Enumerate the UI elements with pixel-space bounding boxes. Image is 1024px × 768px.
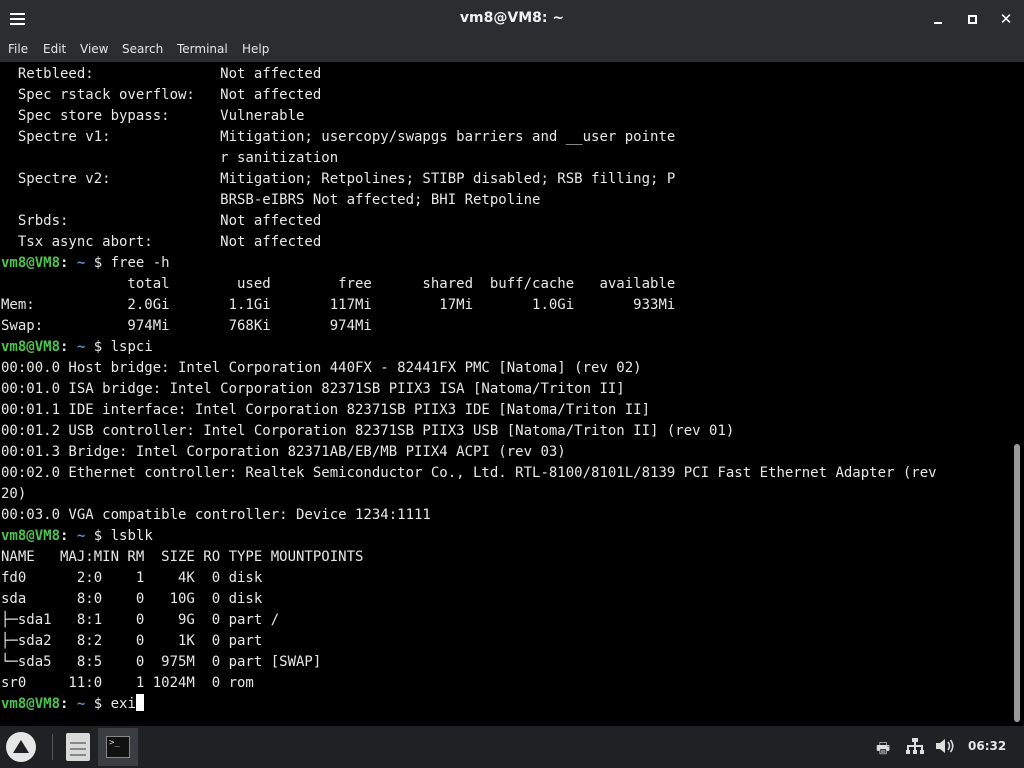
output-line: Mem: 2.0Gi 1.1Gi 117Mi 17Mi 1.0Gi 933Mi xyxy=(1,297,676,313)
prompt-user: vm8@VM8 xyxy=(1,255,61,271)
network-icon[interactable] xyxy=(906,738,924,758)
output-line: BRSB-eIBRS Not affected; BHI Retpoline xyxy=(1,192,541,208)
output-line: ├─sda2 8:2 0 1K 0 part xyxy=(1,633,263,649)
prompt-line: vm8@VM8: ~ $ lspci xyxy=(1,337,937,358)
menu-help[interactable]: Help xyxy=(242,42,269,56)
prompt-path: ~ xyxy=(68,696,86,712)
command-text: free -h xyxy=(110,255,170,271)
output-line: fd0 2:0 1 4K 0 disk xyxy=(1,570,263,586)
close-button[interactable]: ✕ xyxy=(996,9,1016,29)
output-line: 00:03.0 VGA compatible controller: Devic… xyxy=(1,507,431,523)
output-line: NAME MAJ:MIN RM SIZE RO TYPE MOUNTPOINTS xyxy=(1,549,364,565)
command-text: lsblk xyxy=(110,528,153,544)
terminal-scrollbar[interactable] xyxy=(1012,62,1024,726)
command-text[interactable]: exi xyxy=(111,696,136,712)
prompt-user: vm8@VM8 xyxy=(1,339,61,355)
volume-icon[interactable] xyxy=(936,738,956,758)
terminal-lines: Retbleed: Not affected Spec rstack overf… xyxy=(1,64,937,715)
taskbar: >_ 🖶 06:32 xyxy=(0,726,1024,768)
output-line: r sanitization xyxy=(1,150,339,166)
output-line: Spectre v1: Mitigation; usercopy/swapgs … xyxy=(1,129,676,145)
output-line: sr0 11:0 1 1024M 0 rom xyxy=(1,675,254,691)
maximize-button[interactable] xyxy=(962,9,982,29)
output-line: └─sda5 8:5 0 975M 0 part [SWAP] xyxy=(1,654,322,670)
prompt-symbol: $ xyxy=(85,528,111,544)
prompt-path: ~ xyxy=(68,528,86,544)
menu-search[interactable]: Search xyxy=(122,42,163,56)
prompt-user: vm8@VM8 xyxy=(1,696,61,712)
output-line: 00:01.2 USB controller: Intel Corporatio… xyxy=(1,423,735,439)
menu-view[interactable]: View xyxy=(80,42,108,56)
prompt-user: vm8@VM8 xyxy=(1,528,61,544)
taskbar-terminal-button[interactable]: >_ xyxy=(98,728,138,766)
prompt-line: vm8@VM8: ~ $ exi xyxy=(1,694,937,715)
menu-file[interactable]: File xyxy=(8,42,28,56)
menu-terminal[interactable]: Terminal xyxy=(177,42,228,56)
output-line: ├─sda1 8:1 0 9G 0 part / xyxy=(1,612,280,628)
terminal-icon: >_ xyxy=(106,736,130,758)
menubar: File Edit View Search Terminal Help xyxy=(0,38,1024,62)
output-line: 00:00.0 Host bridge: Intel Corporation 4… xyxy=(1,360,642,376)
output-line: Spec store bypass: Vulnerable xyxy=(1,108,305,124)
output-line: 00:01.3 Bridge: Intel Corporation 82371A… xyxy=(1,444,566,460)
output-line: Spec rstack overflow: Not affected xyxy=(1,87,322,103)
prompt-symbol: $ xyxy=(85,339,111,355)
window-title: vm8@VM8: ~ xyxy=(459,10,565,26)
output-line: sda 8:0 0 10G 0 disk xyxy=(1,591,263,607)
menu-edit[interactable]: Edit xyxy=(43,42,66,56)
output-line: Srbds: Not affected xyxy=(1,213,322,229)
output-line: Spectre v2: Mitigation; Retpolines; STIB… xyxy=(1,171,676,187)
output-line: 00:01.0 ISA bridge: Intel Corporation 82… xyxy=(1,381,625,397)
command-text: lspci xyxy=(110,339,153,355)
output-line: 00:01.1 IDE interface: Intel Corporation… xyxy=(1,402,651,418)
minimize-button[interactable] xyxy=(928,9,948,29)
output-line: Swap: 974Mi 768Ki 974Mi xyxy=(1,318,372,334)
output-line: 20) xyxy=(1,486,27,502)
output-line: Tsx async abort: Not affected xyxy=(1,234,322,250)
prompt-line: vm8@VM8: ~ $ free -h xyxy=(1,253,937,274)
launcher-icon[interactable] xyxy=(6,732,36,762)
output-line: total used free shared buff/cache availa… xyxy=(1,276,676,292)
output-line: 00:02.0 Ethernet controller: Realtek Sem… xyxy=(1,465,937,481)
text-cursor xyxy=(135,694,144,711)
prompt-path: ~ xyxy=(68,339,86,355)
file-manager-icon[interactable] xyxy=(66,733,90,761)
prompt-symbol: $ xyxy=(85,696,111,712)
clock[interactable]: 06:32 xyxy=(968,739,1006,753)
prompt-path: ~ xyxy=(68,255,86,271)
terminal-output[interactable]: Retbleed: Not affected Spec rstack overf… xyxy=(0,62,1012,726)
taskbar-separator xyxy=(52,734,53,760)
window-titlebar: vm8@VM8: ~ ✕ xyxy=(0,0,1024,38)
output-line: Retbleed: Not affected xyxy=(1,66,322,82)
printer-icon[interactable]: 🖶 xyxy=(876,738,890,763)
prompt-symbol: $ xyxy=(85,255,111,271)
prompt-line: vm8@VM8: ~ $ lsblk xyxy=(1,526,937,547)
scrollbar-thumb[interactable] xyxy=(1014,444,1020,722)
